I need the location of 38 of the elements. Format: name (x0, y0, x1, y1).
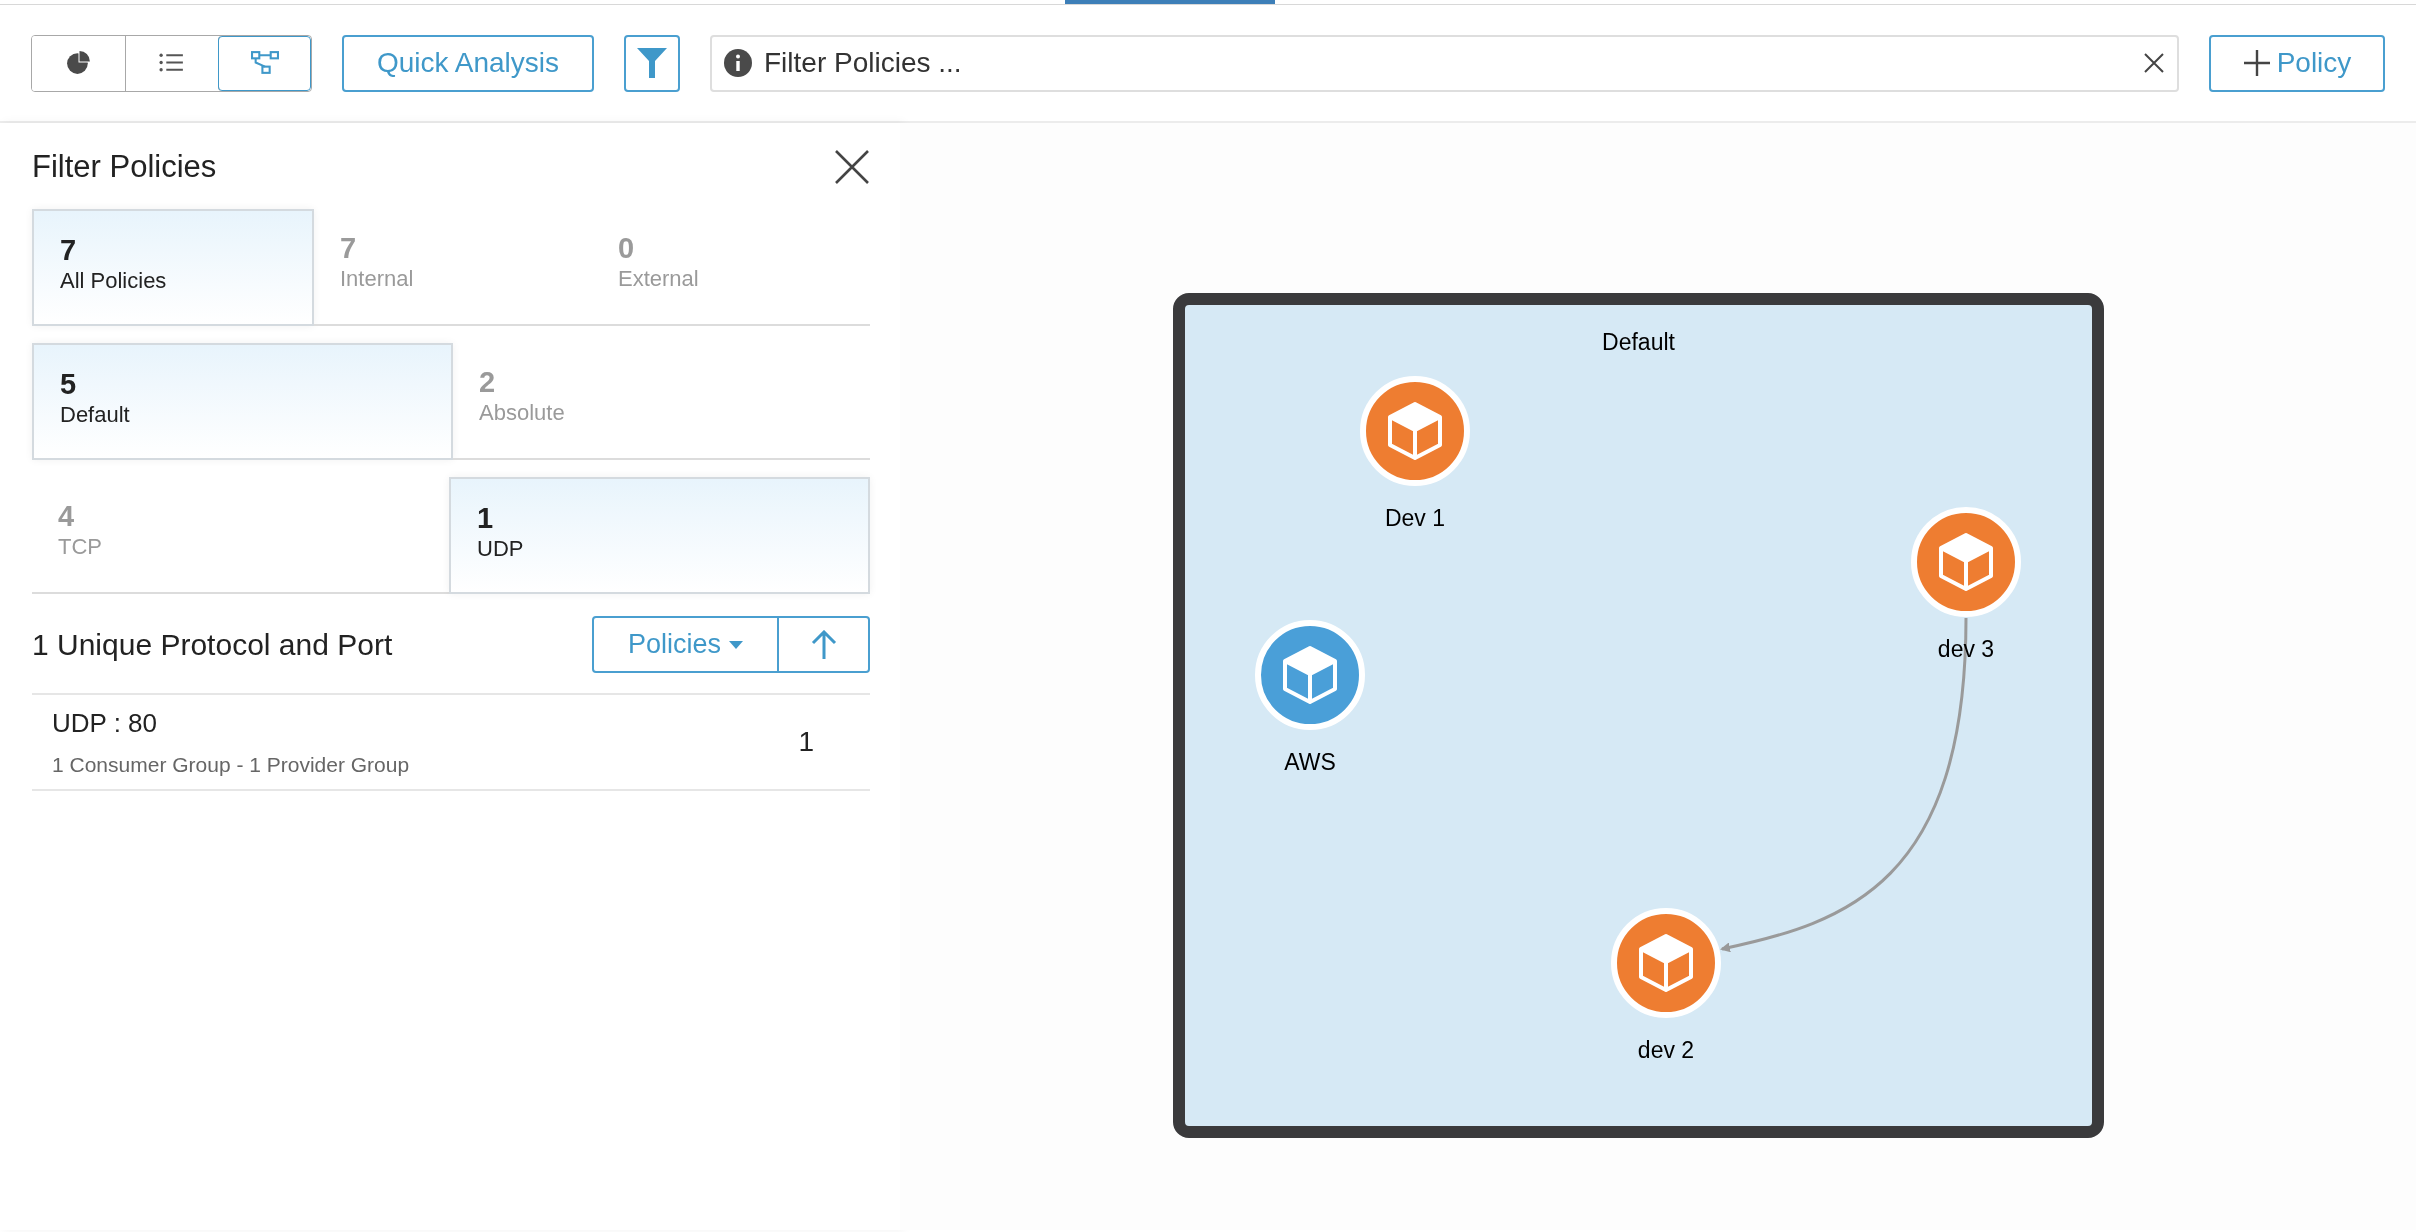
filter-tile[interactable]: 7 Internal (314, 209, 592, 326)
policy-row[interactable]: UDP : 80 1 Consumer Group - 1 Provider Group 1 (32, 695, 870, 791)
node-label: dev 2 (1636, 1036, 1696, 1065)
topology-icon (251, 50, 279, 76)
filter-tile[interactable]: 1 UDP (449, 477, 870, 594)
panel-title: Filter Policies (32, 147, 217, 186)
cube-icon (1387, 401, 1443, 461)
filter-button[interactable] (624, 34, 680, 92)
quick-analysis-button[interactable]: Quick Analysis (342, 34, 594, 92)
filter-tile[interactable]: 5 Default (32, 343, 453, 460)
node-label: dev 3 (1936, 635, 1996, 664)
cube-icon (1282, 645, 1338, 705)
filter-tile[interactable]: 7 All Policies (32, 209, 314, 326)
cube-icon (1938, 532, 1994, 592)
group-summary: 1 Consumer Group - 1 Provider Group (52, 751, 410, 778)
search-bar[interactable]: Filter Policies ... (710, 34, 2179, 92)
filter-tile[interactable]: 0 External (592, 209, 870, 326)
filter-icon (636, 46, 668, 80)
info-icon (724, 49, 752, 77)
pie-chart-icon (64, 50, 93, 76)
policy-count: 1 (798, 725, 814, 759)
list-title: 1 Unique Protocol and Port (32, 627, 393, 663)
node-label: AWS (1283, 748, 1337, 777)
group-label: Default (1602, 328, 1675, 357)
policies-dropdown[interactable]: Policies (592, 616, 779, 673)
cube-icon (1638, 933, 1694, 993)
plus-icon (2242, 49, 2271, 77)
clear-icon[interactable] (2143, 52, 2165, 74)
view-toggle-button[interactable] (218, 35, 311, 91)
filter-tile[interactable]: 2 Absolute (453, 343, 870, 460)
arrow-up-icon (810, 629, 837, 660)
add-policy-button[interactable]: Policy (2209, 34, 2385, 92)
caret-icon (729, 640, 743, 649)
node-label: Dev 1 (1383, 504, 1447, 533)
sort-ascending-button[interactable] (779, 616, 870, 673)
close-icon[interactable] (834, 149, 870, 185)
search-field[interactable]: Filter Policies ... (764, 42, 2131, 84)
protocol-port: UDP : 80 (52, 706, 158, 740)
